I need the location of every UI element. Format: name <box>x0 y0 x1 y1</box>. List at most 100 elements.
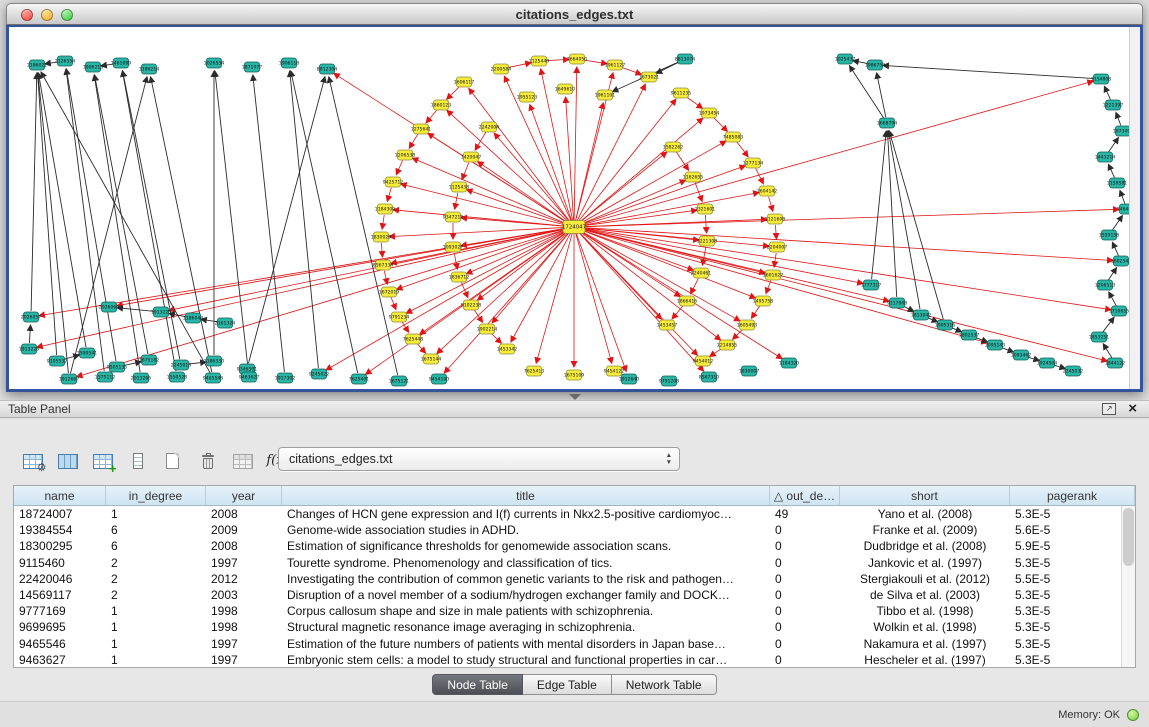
network-node[interactable]: 1924504 <box>1037 358 1058 368</box>
network-canvas[interactable]: 1606117186012312756411206538942571211843… <box>9 27 1140 389</box>
network-node[interactable]: 9454100 <box>429 374 450 384</box>
network-node[interactable]: 8813074 <box>675 54 696 64</box>
network-node[interactable]: 1605493 <box>737 320 758 330</box>
network-node[interactable]: 2245032 <box>1063 366 1084 376</box>
table-row[interactable]: 977716911998Corpus callosum shape and si… <box>14 603 1135 619</box>
network-node[interactable]: 1905316 <box>935 320 956 330</box>
network-scrollbar[interactable] <box>1129 27 1140 389</box>
network-node[interactable]: 1853251 <box>1089 332 1110 342</box>
column-header-name[interactable]: name <box>14 486 106 505</box>
network-node[interactable]: 9347212 <box>443 212 464 222</box>
network-node[interactable]: 1836712 <box>449 272 470 282</box>
network-node[interactable]: 1672019 <box>379 287 400 297</box>
network-node[interactable]: 1461099 <box>111 58 132 68</box>
network-node[interactable]: 1162655 <box>683 172 704 182</box>
network-node[interactable]: 9454122 <box>604 366 625 376</box>
network-node[interactable]: 1906213 <box>83 62 104 72</box>
network-node[interactable]: 1724047 <box>562 221 586 234</box>
network-node[interactable]: 1095143 <box>985 340 1006 350</box>
network-node[interactable]: 1675144 <box>421 354 442 364</box>
table-row[interactable]: 1456911722003Disruption of a novel membe… <box>14 587 1135 603</box>
network-node[interactable]: 1675182 <box>139 355 160 365</box>
table-scrollbar[interactable] <box>1121 506 1135 667</box>
column-header-short[interactable]: short <box>840 486 1010 505</box>
column-header-title[interactable]: title <box>282 486 770 505</box>
network-node[interactable]: 1913228 <box>19 344 40 354</box>
network-node[interactable]: 7625448 <box>403 334 424 344</box>
table-row[interactable]: 946554611997Estimation of the future num… <box>14 636 1135 652</box>
network-node[interactable]: 1802537 <box>959 330 980 340</box>
add-column-button[interactable]: + <box>86 446 119 476</box>
column-header-out_degree[interactable]: △ out_de… <box>770 486 840 505</box>
network-node[interactable]: 1443214 <box>1095 152 1116 162</box>
network-node[interactable]: 9454012 <box>693 356 714 366</box>
network-node[interactable]: 7625401 <box>349 374 370 384</box>
network-node[interactable]: 1277134 <box>743 158 764 168</box>
scrollbar-thumb[interactable] <box>1123 508 1134 566</box>
network-node[interactable]: 1590541 <box>77 348 98 358</box>
network-node[interactable]: 1184309 <box>375 204 396 214</box>
network-node[interactable]: 2026057 <box>21 312 42 322</box>
network-node[interactable]: 1917302 <box>275 373 296 383</box>
column-header-pagerank[interactable]: pagerank <box>1010 486 1135 505</box>
table-row[interactable]: 969969511998Structural magnetic resonanc… <box>14 619 1135 635</box>
table-row[interactable]: 1938455462009Genome-wide association stu… <box>14 522 1135 538</box>
network-node[interactable]: 1830029 <box>371 232 392 242</box>
row-list-button[interactable] <box>121 446 154 476</box>
network-node[interactable]: 1093027 <box>443 242 464 252</box>
network-node[interactable]: 1275641 <box>411 124 432 134</box>
network-node[interactable]: 2204007 <box>767 242 788 252</box>
close-panel-icon[interactable]: × <box>1128 402 1137 416</box>
network-node[interactable]: 1973454 <box>699 108 720 118</box>
network-node[interactable]: 1664050 <box>567 54 588 64</box>
network-node[interactable]: 1902214 <box>477 324 498 334</box>
network-node[interactable]: 1550528 <box>167 372 188 382</box>
table-row[interactable]: 946362711997Embryonic stem cells: a mode… <box>14 652 1135 667</box>
network-node[interactable]: 1121608 <box>765 214 786 224</box>
network-node[interactable]: 2126554 <box>55 56 76 66</box>
network-node[interactable]: 1649610 <box>555 84 576 94</box>
network-node[interactable]: 1906118 <box>279 58 300 68</box>
network-node[interactable]: 1206513 <box>1095 280 1116 290</box>
network-node[interactable]: 1675121 <box>389 376 410 386</box>
network-node[interactable]: 9245022 <box>309 369 330 379</box>
network-node[interactable]: 1912640 <box>619 374 640 384</box>
column-header-in_degree[interactable]: in_degree <box>106 486 206 505</box>
network-node[interactable]: 1601627 <box>763 270 784 280</box>
network-node[interactable]: 1777317 <box>861 280 882 290</box>
network-node[interactable]: 9117908 <box>887 298 908 308</box>
network-node[interactable]: 2026065 <box>99 302 120 312</box>
network-node[interactable]: 1214855 <box>717 340 738 350</box>
network-node[interactable]: 9105532 <box>47 356 68 366</box>
network-node[interactable]: 9463627 <box>239 372 260 382</box>
network-node[interactable]: 1495758 <box>753 296 774 306</box>
network-node[interactable]: 1186214 <box>139 64 160 74</box>
network-node[interactable]: 1453342 <box>497 344 518 354</box>
zoom-window-button[interactable] <box>61 9 73 21</box>
network-node[interactable]: 9505135 <box>107 362 128 372</box>
table-row[interactable]: 1830029562008Estimation of significance … <box>14 538 1135 554</box>
network-node[interactable]: 1871077 <box>242 62 263 72</box>
network-node[interactable]: 2242004 <box>479 122 500 132</box>
close-window-button[interactable] <box>21 9 33 21</box>
network-node[interactable]: 9791234 <box>389 312 410 322</box>
network-node[interactable]: 1559158 <box>1099 230 1120 240</box>
new-table-button[interactable] <box>156 446 189 476</box>
network-node[interactable]: 2013266 <box>131 373 152 383</box>
network-node[interactable]: 1206538 <box>395 150 416 160</box>
network-node[interactable]: 1675109 <box>564 370 585 380</box>
network-node[interactable]: 1125440 <box>529 56 550 66</box>
import-table-button[interactable] <box>226 446 259 476</box>
network-node[interactable]: 9102238 <box>461 300 482 310</box>
table-settings-button[interactable]: ⚙ <box>16 446 49 476</box>
network-node[interactable]: 1604142 <box>757 186 778 196</box>
network-node[interactable]: 1125438 <box>449 182 470 192</box>
network-node[interactable]: 1321601 <box>695 204 716 214</box>
network-node[interactable]: 1186021 <box>27 60 48 70</box>
network-node[interactable]: 9611235 <box>671 88 692 98</box>
network-node[interactable]: 8567310 <box>699 372 720 382</box>
network-node[interactable]: 1025437 <box>835 54 856 64</box>
network-node[interactable]: 1912667 <box>59 374 80 384</box>
column-chooser-button[interactable] <box>51 446 84 476</box>
network-node[interactable]: 8567334 <box>373 260 394 270</box>
